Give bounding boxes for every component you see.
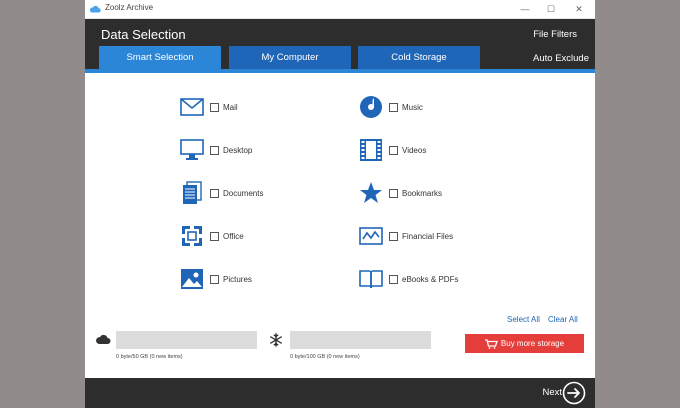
financial-chart-icon [359, 224, 383, 248]
category-desktop[interactable]: Desktop [180, 138, 252, 162]
mail-icon [180, 95, 204, 119]
category-office[interactable]: Office [180, 224, 244, 248]
checkbox[interactable] [210, 145, 219, 155]
snowflake-icon [270, 333, 282, 347]
minimize-button[interactable]: — [518, 2, 532, 16]
checkbox[interactable] [389, 188, 398, 198]
videos-icon [359, 138, 383, 162]
page-title: Data Selection [101, 27, 186, 42]
content-area: Mail Desktop Documents Office Pictures M… [85, 73, 595, 379]
category-label: Bookmarks [402, 188, 443, 198]
category-label: eBooks & PDFs [402, 274, 459, 284]
tab-my-computer[interactable]: My Computer [229, 46, 351, 69]
pictures-icon [180, 267, 204, 291]
category-ebooks-pdfs[interactable]: eBooks & PDFs [359, 267, 458, 291]
cold-storage-bar [290, 331, 431, 349]
file-filters-link[interactable]: File Filters [533, 29, 577, 40]
documents-icon [180, 181, 204, 205]
music-icon [359, 95, 383, 119]
category-label: Financial Files [402, 231, 454, 241]
checkbox[interactable] [210, 231, 219, 241]
checkbox[interactable] [389, 231, 398, 241]
checkbox[interactable] [210, 188, 219, 198]
footer: Next [85, 378, 595, 408]
category-label: Music [402, 102, 423, 112]
window-title: Zoolz Archive [105, 3, 154, 12]
category-label: Documents [223, 188, 264, 198]
auto-exclude-link[interactable]: Auto Exclude [533, 53, 589, 64]
office-icon [180, 224, 204, 248]
maximize-button[interactable]: ☐ [544, 2, 558, 16]
app-window: Zoolz Archive — ☐ ✕ Data Selection File … [85, 0, 595, 408]
select-all-link[interactable]: Select All [507, 315, 540, 324]
close-button[interactable]: ✕ [572, 2, 586, 16]
category-music[interactable]: Music [359, 95, 423, 119]
cloud-storage-bar [116, 331, 257, 349]
buy-more-storage-label: Buy more storage [500, 339, 565, 348]
category-bookmarks[interactable]: Bookmarks [359, 181, 442, 205]
category-mail[interactable]: Mail [180, 95, 238, 119]
cloud-logo-icon [89, 5, 101, 13]
category-label: Videos [402, 145, 427, 155]
cart-icon [484, 338, 498, 349]
category-label: Mail [223, 102, 238, 112]
cold-storage-text: 0 byte/100 GB (0 new items) [290, 354, 360, 360]
checkbox[interactable] [389, 145, 398, 155]
checkbox[interactable] [389, 102, 398, 112]
next-label[interactable]: Next [542, 387, 562, 398]
tab-cold-storage[interactable]: Cold Storage [358, 46, 480, 69]
cloud-storage-text: 0 byte/50 GB (0 new items) [116, 354, 183, 360]
category-label: Pictures [223, 274, 252, 284]
checkbox[interactable] [210, 102, 219, 112]
category-label: Office [223, 231, 244, 241]
checkbox[interactable] [389, 274, 398, 284]
tab-smart-selection[interactable]: Smart Selection [99, 46, 221, 69]
book-icon [359, 267, 383, 291]
category-documents[interactable]: Documents [180, 181, 263, 205]
title-bar: Zoolz Archive — ☐ ✕ [85, 0, 595, 19]
clear-all-link[interactable]: Clear All [548, 315, 578, 324]
category-pictures[interactable]: Pictures [180, 267, 252, 291]
buy-more-storage-button[interactable]: Buy more storage [465, 334, 584, 353]
category-label: Desktop [223, 145, 253, 155]
header: Data Selection File Filters Auto Exclude… [85, 19, 595, 69]
category-financial-files[interactable]: Financial Files [359, 224, 453, 248]
cloud-storage-icon [96, 334, 111, 344]
desktop-icon [180, 138, 204, 162]
checkbox[interactable] [210, 274, 219, 284]
category-videos[interactable]: Videos [359, 138, 426, 162]
arrow-right-circle-icon[interactable] [562, 381, 586, 405]
star-icon [359, 181, 383, 205]
